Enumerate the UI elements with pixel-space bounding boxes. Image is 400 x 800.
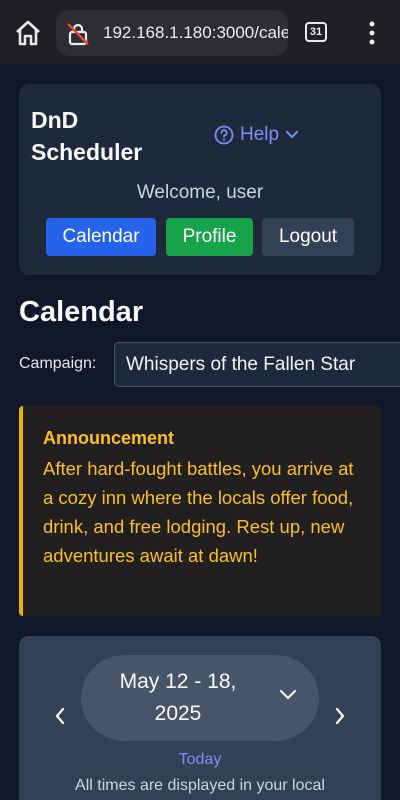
campaign-label: Campaign: bbox=[19, 355, 97, 372]
campaign-select[interactable]: Whispers of the Fallen Star bbox=[114, 342, 400, 387]
brand-title[interactable]: DnD Scheduler bbox=[31, 104, 171, 168]
url-text: 192.168.1.180:3000/calendar bbox=[103, 23, 288, 42]
chevron-down-icon bbox=[279, 689, 297, 700]
address-bar[interactable]: 192.168.1.180:3000/calendar bbox=[56, 10, 288, 56]
week-navigator: May 12 - 18, 2025 Today All times are di… bbox=[19, 636, 381, 800]
week-range-dropdown[interactable]: May 12 - 18, 2025 bbox=[81, 655, 319, 741]
timezone-note: All times are displayed in your local bbox=[75, 777, 325, 794]
page-title: Calendar bbox=[19, 296, 144, 328]
browser-toolbar: 192.168.1.180:3000/calendar 31 bbox=[0, 0, 400, 64]
profile-button[interactable]: Profile bbox=[166, 218, 253, 256]
announcement-title: Announcement bbox=[43, 428, 175, 448]
help-circle-icon bbox=[214, 125, 234, 145]
today-link[interactable]: Today bbox=[19, 751, 381, 769]
more-vert-icon[interactable] bbox=[364, 20, 380, 46]
announcement-banner: Announcement After hard-fought battles, … bbox=[19, 406, 381, 616]
welcome-text: Welcome, user bbox=[136, 182, 264, 203]
logout-button[interactable]: Logout bbox=[262, 218, 354, 256]
calendar-button[interactable]: Calendar bbox=[46, 218, 156, 256]
insecure-lock-icon[interactable] bbox=[66, 22, 90, 46]
previous-week-icon[interactable] bbox=[52, 706, 68, 726]
week-range-text: May 12 - 18, 2025 bbox=[119, 670, 237, 725]
chevron-down-icon bbox=[286, 131, 299, 139]
announcement-body: After hard-fought battles, you arrive at… bbox=[43, 458, 354, 566]
tab-switcher-button[interactable]: 31 bbox=[305, 22, 327, 42]
next-week-icon[interactable] bbox=[332, 706, 348, 726]
help-label: Help bbox=[240, 124, 280, 145]
home-icon[interactable] bbox=[14, 20, 42, 46]
header-card: DnD Scheduler Help Welcome, user Calenda… bbox=[19, 84, 381, 275]
help-dropdown[interactable]: Help bbox=[214, 124, 305, 146]
